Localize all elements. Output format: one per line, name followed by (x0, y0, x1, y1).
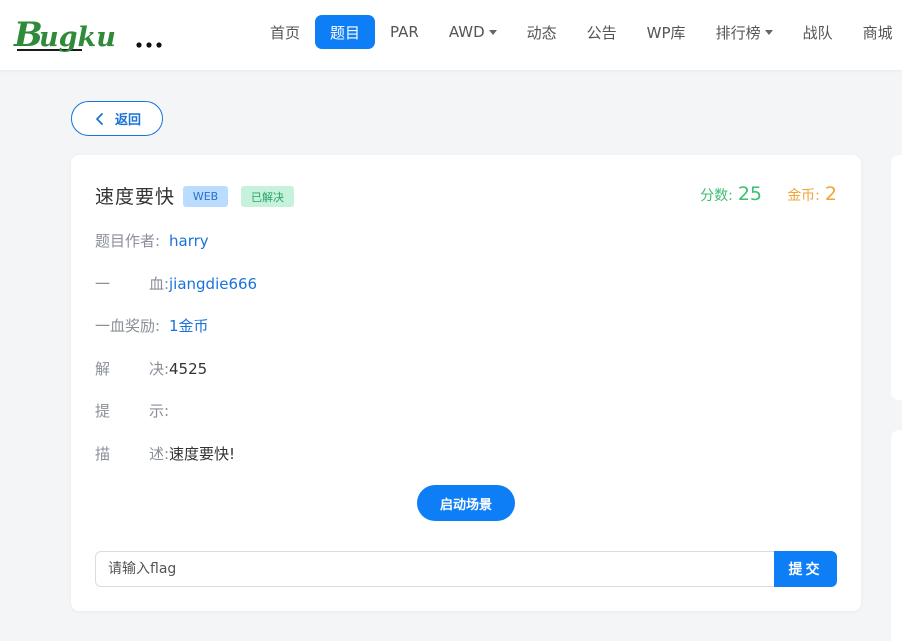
flag-input[interactable] (95, 551, 775, 587)
first-blood-label: 一 血: (95, 273, 169, 294)
nav-shop-label: 商城 (862, 23, 893, 42)
caret-down-icon (764, 30, 773, 35)
description-label: 描 述: (95, 443, 169, 464)
coin-label: 金币: (787, 188, 820, 204)
top-navbar: B ugku 首页 题目 PAR AWD 动态 公告 WP库 排行榜 战队 商城 (0, 0, 902, 70)
nav-leaderboard-label: 排行榜 (715, 23, 761, 42)
score-value: 25 (737, 183, 762, 205)
hint-label: 提 示: (95, 400, 169, 421)
nav-challenges-label: 题目 (330, 23, 361, 42)
nav-awd[interactable]: AWD (434, 15, 512, 49)
nav-home[interactable]: 首页 (255, 15, 315, 49)
nav-news-label: 动态 (526, 23, 557, 42)
score-display: 分数: 25 (700, 183, 762, 205)
back-button-label: 返回 (114, 113, 141, 128)
hint-row: 提 示: (95, 400, 169, 421)
solves-row: 解 决: 4525 (95, 358, 207, 379)
side-panel-bottom (891, 430, 902, 641)
nav-wp-library[interactable]: WP库 (632, 15, 701, 49)
nav-teams[interactable]: 战队 (788, 15, 848, 49)
coin-value: 2 (824, 183, 837, 205)
nav-news[interactable]: 动态 (512, 15, 572, 49)
nav-challenges[interactable]: 题目 (315, 15, 376, 49)
caret-down-icon (488, 30, 497, 35)
first-blood-reward-value: 1金币 (169, 317, 209, 335)
side-panel-top (891, 155, 902, 400)
author-label: 题目作者: (95, 230, 169, 251)
author-row: 题目作者: harry (95, 230, 209, 251)
back-button[interactable]: 返回 (71, 101, 163, 136)
first-blood-label-a: 一 (95, 275, 111, 293)
logo-graphic: B ugku (13, 15, 162, 55)
first-blood-row: 一 血: jiangdie666 (95, 273, 257, 294)
nav-home-label: 首页 (270, 23, 301, 42)
solves-label-a: 解 (95, 360, 111, 378)
hint-label-a: 提 (95, 402, 111, 420)
description-value: 速度要快! (169, 445, 236, 463)
category-badge: WEB (183, 186, 228, 207)
solves-value: 4525 (169, 359, 208, 378)
chevron-left-icon (96, 112, 103, 125)
challenge-title: 速度要快 (95, 186, 176, 208)
nav-leaderboard[interactable]: 排行榜 (701, 15, 788, 49)
nav-par[interactable]: PAR (375, 15, 434, 49)
solves-label-b: 决: (148, 360, 169, 378)
start-scene-button[interactable]: 启动场景 (417, 485, 515, 521)
description-label-b: 述: (148, 445, 169, 463)
nav-par-label: PAR (390, 23, 419, 41)
main-nav: 首页 题目 PAR AWD 动态 公告 WP库 排行榜 战队 商城 (255, 15, 902, 49)
solved-badge: 已解决 (241, 186, 294, 207)
nav-teams-label: 战队 (802, 23, 833, 42)
score-label: 分数: (700, 188, 733, 204)
svg-text:ugku: ugku (39, 22, 116, 53)
solves-label: 解 决: (95, 358, 169, 379)
hint-label-b: 示: (148, 402, 169, 420)
submit-button[interactable]: 提交 (774, 551, 837, 587)
first-blood-reward-label-text: 一血奖励: (95, 317, 161, 335)
nav-awd-label: AWD (448, 23, 485, 41)
nav-wp-library-label: WP库 (646, 23, 686, 42)
nav-announcements[interactable]: 公告 (572, 15, 632, 49)
author-value[interactable]: harry (169, 232, 209, 250)
first-blood-reward-row: 一血奖励: 1金币 (95, 315, 209, 336)
first-blood-value[interactable]: jiangdie666 (169, 275, 257, 293)
author-label-text: 题目作者: (95, 232, 161, 250)
description-label-a: 描 (95, 445, 111, 463)
challenge-card: 速度要快 WEB 已解决 分数: 25 金币: 2 题目作者: harry 一血… (71, 155, 861, 611)
bugku-logo[interactable]: B ugku (12, 12, 172, 56)
nav-announcements-label: 公告 (586, 23, 617, 42)
first-blood-reward-label: 一血奖励: (95, 315, 169, 336)
coin-display: 金币: 2 (787, 183, 837, 205)
nav-shop[interactable]: 商城 (848, 15, 902, 49)
first-blood-label-b: 血: (148, 275, 169, 293)
description-row: 描 述: 速度要快! (95, 443, 235, 464)
